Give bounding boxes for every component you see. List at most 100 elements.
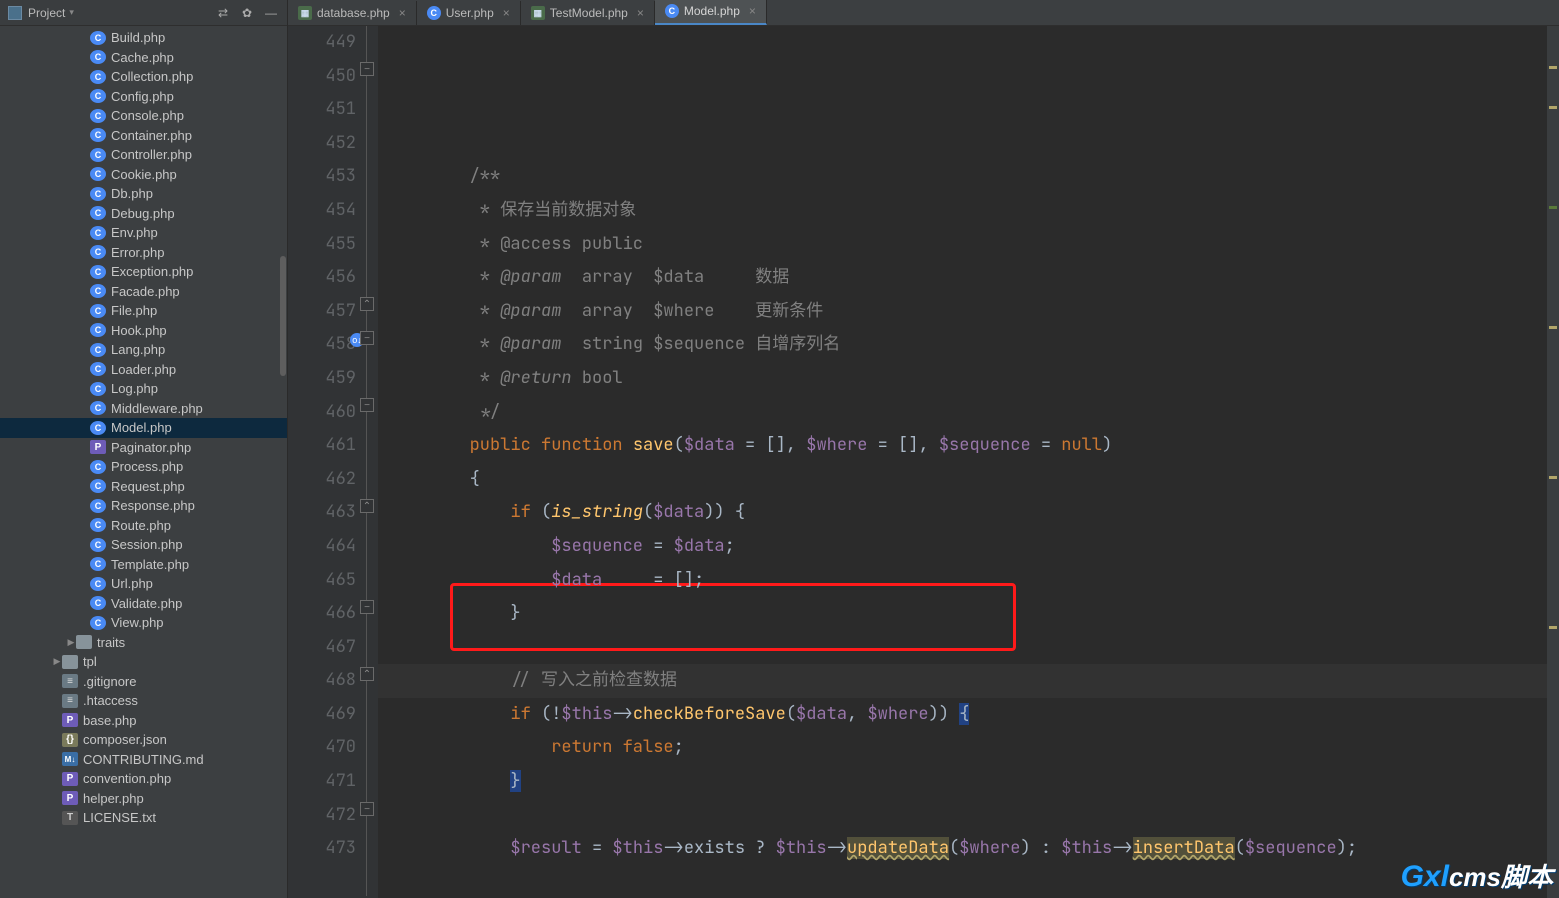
file-tree[interactable]: CBuild.phpCCache.phpCCollection.phpCConf… [0, 26, 287, 898]
file-label: Cookie.php [111, 167, 177, 182]
tab-user-php[interactable]: CUser.php× [417, 1, 521, 25]
tree-item-request-php[interactable]: CRequest.php [0, 477, 287, 497]
tree-item-env-php[interactable]: CEnv.php [0, 223, 287, 243]
tree-item-validate-php[interactable]: CValidate.php [0, 594, 287, 614]
editor-tabs: ▦database.php×CUser.php×▦TestModel.php×C… [288, 0, 1559, 26]
tree-item-middleware-php[interactable]: CMiddleware.php [0, 399, 287, 419]
file-label: Log.php [111, 381, 158, 396]
tree-item-model-php[interactable]: CModel.php [0, 418, 287, 438]
tree-item-url-php[interactable]: CUrl.php [0, 574, 287, 594]
file-icon: P [62, 791, 78, 805]
file-label: Collection.php [111, 69, 193, 84]
tree-item-error-php[interactable]: CError.php [0, 243, 287, 263]
file-icon: ≡ [62, 694, 78, 708]
tree-item-build-php[interactable]: CBuild.php [0, 28, 287, 48]
fold-toggle[interactable]: ⌃ [360, 499, 374, 513]
file-icon: C [90, 421, 106, 435]
file-icon: C [90, 596, 106, 610]
tree-item-contributing-md[interactable]: M↓ CONTRIBUTING.md [0, 750, 287, 770]
fold-toggle[interactable]: − [360, 331, 374, 345]
tree-item-log-php[interactable]: C Log.php [0, 379, 287, 399]
file-icon: C [90, 265, 106, 279]
tree-item-view-php[interactable]: CView.php [0, 613, 287, 633]
tree-item-lang-php[interactable]: CLang.php [0, 340, 287, 360]
tab-label: User.php [446, 6, 494, 20]
tree-item--htaccess[interactable]: ≡ .htaccess [0, 691, 287, 711]
dropdown-icon[interactable]: ▾ [69, 7, 74, 18]
file-label: Exception.php [111, 264, 193, 279]
file-icon: C [90, 31, 106, 45]
fold-toggle[interactable]: − [360, 62, 374, 76]
tree-item-loader-php[interactable]: CLoader.php [0, 360, 287, 380]
tree-item-file-php[interactable]: CFile.php [0, 301, 287, 321]
fold-toggle[interactable]: − [360, 600, 374, 614]
file-icon: C [90, 109, 106, 123]
close-icon[interactable]: × [399, 6, 406, 20]
tree-item-facade-php[interactable]: CFacade.php [0, 282, 287, 302]
tab-model-php[interactable]: CModel.php× [655, 0, 767, 25]
hide-icon[interactable]: — [263, 5, 279, 21]
fold-toggle[interactable]: − [360, 398, 374, 412]
tree-item-base-php[interactable]: Pbase.php [0, 711, 287, 731]
tree-item-cookie-php[interactable]: CCookie.php [0, 165, 287, 185]
tree-item-container-php[interactable]: CContainer.php [0, 126, 287, 146]
file-icon: C [90, 284, 106, 298]
tree-item-process-php[interactable]: CProcess.php [0, 457, 287, 477]
fold-toggle[interactable]: ⌃ [360, 297, 374, 311]
gear-icon[interactable]: ✿ [239, 5, 255, 21]
code-area[interactable]: /** * 保存当前数据对象 * @access public * @param… [378, 26, 1559, 898]
scrollbar-thumb[interactable] [280, 256, 286, 376]
tree-item-config-php[interactable]: CConfig.php [0, 87, 287, 107]
file-label: CONTRIBUTING.md [83, 752, 204, 767]
tree-item--gitignore[interactable]: ≡.gitignore [0, 672, 287, 692]
file-label: Cache.php [111, 50, 174, 65]
tree-item-exception-php[interactable]: C Exception.php [0, 262, 287, 282]
sidebar-header: Project ▾ ⇄ ✿ — [0, 0, 287, 26]
file-icon [62, 655, 78, 669]
file-label: .htaccess [83, 693, 138, 708]
fold-toggle[interactable]: − [360, 802, 374, 816]
tree-item-collection-php[interactable]: C Collection.php [0, 67, 287, 87]
tree-item-composer-json[interactable]: {}composer.json [0, 730, 287, 750]
file-icon: C [90, 538, 106, 552]
tree-item-hook-php[interactable]: CHook.php [0, 321, 287, 341]
tree-item-helper-php[interactable]: Phelper.php [0, 789, 287, 809]
editor[interactable]: 449 450 451 452 453 454 455 456 457 458 … [288, 26, 1559, 898]
tree-item-debug-php[interactable]: CDebug.php [0, 204, 287, 224]
tree-item-tpl[interactable]: ▶tpl [0, 652, 287, 672]
tree-item-template-php[interactable]: CTemplate.php [0, 555, 287, 575]
close-icon[interactable]: × [749, 4, 756, 18]
collapse-icon[interactable]: ⇄ [215, 5, 231, 21]
tab-testmodel-php[interactable]: ▦TestModel.php× [521, 1, 655, 25]
tree-item-license-txt[interactable]: TLICENSE.txt [0, 808, 287, 828]
expand-arrow-icon[interactable]: ▶ [52, 656, 62, 667]
close-icon[interactable]: × [637, 6, 644, 20]
tree-item-session-php[interactable]: CSession.php [0, 535, 287, 555]
tree-item-cache-php[interactable]: CCache.php [0, 48, 287, 68]
close-icon[interactable]: × [503, 6, 510, 20]
file-icon: C [90, 577, 106, 591]
tree-item-db-php[interactable]: CDb.php [0, 184, 287, 204]
file-label: Paginator.php [111, 440, 191, 455]
fold-column: − ⌃ − − ⌃ − ⌃ − [358, 26, 378, 898]
file-icon: M↓ [62, 752, 78, 766]
file-icon: C [90, 206, 106, 220]
file-label: traits [97, 635, 125, 650]
tree-item-convention-php[interactable]: Pconvention.php [0, 769, 287, 789]
tree-item-paginator-php[interactable]: PPaginator.php [0, 438, 287, 458]
tree-item-console-php[interactable]: CConsole.php [0, 106, 287, 126]
tree-item-controller-php[interactable]: CController.php [0, 145, 287, 165]
file-label: LICENSE.txt [83, 810, 156, 825]
expand-arrow-icon[interactable]: ▶ [66, 637, 76, 648]
file-icon: C [90, 382, 106, 396]
tree-item-response-php[interactable]: CResponse.php [0, 496, 287, 516]
tree-item-traits[interactable]: ▶ traits [0, 633, 287, 653]
file-label: .gitignore [83, 674, 136, 689]
file-icon: C [90, 70, 106, 84]
tab-database-php[interactable]: ▦database.php× [288, 1, 417, 25]
file-label: Route.php [111, 518, 171, 533]
tree-item-route-php[interactable]: CRoute.php [0, 516, 287, 536]
fold-toggle[interactable]: ⌃ [360, 667, 374, 681]
file-label: Loader.php [111, 362, 176, 377]
file-label: Env.php [111, 225, 158, 240]
